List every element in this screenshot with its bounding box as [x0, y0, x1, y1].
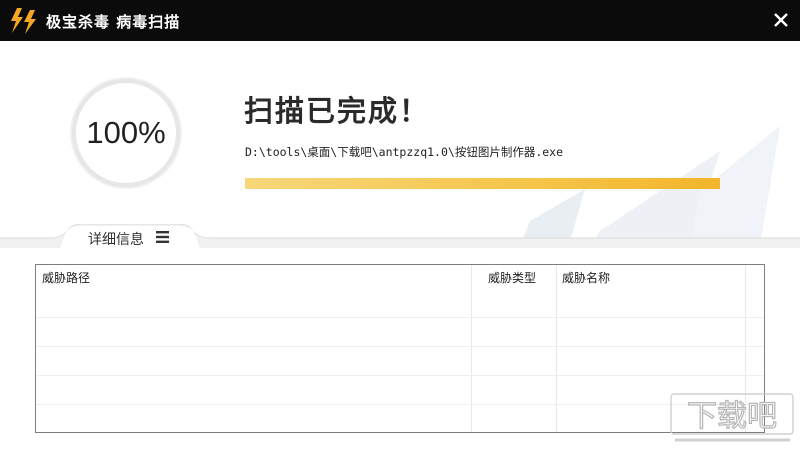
watermark-text: 下载吧 — [687, 399, 777, 434]
watermark-logo: 下载吧 — [670, 393, 794, 442]
table-header: 威胁路径 威胁类型 威胁名称 — [36, 265, 764, 291]
threat-table[interactable]: 威胁路径 威胁类型 威胁名称 — [35, 264, 765, 433]
scan-percent: 100% — [86, 115, 166, 150]
column-divider — [471, 265, 472, 432]
current-file-path: D:\tools\桌面\下载吧\antpzzq1.0\按钮图片制作器.exe — [245, 145, 564, 159]
column-threat-name[interactable]: 威胁名称 — [562, 269, 610, 286]
column-threat-path[interactable]: 威胁路径 — [42, 269, 90, 286]
window-title: 极宝杀毒 病毒扫描 — [46, 13, 181, 31]
column-threat-type[interactable]: 威胁类型 — [488, 269, 536, 286]
title-bar: 极宝杀毒 病毒扫描 — [0, 0, 800, 41]
row-divider — [36, 404, 764, 405]
close-icon[interactable] — [770, 9, 792, 31]
lightning-logo-icon — [11, 8, 36, 34]
scan-headline: 扫描已完成！ — [244, 94, 431, 128]
row-divider — [36, 375, 764, 376]
row-divider — [36, 346, 764, 347]
column-divider — [556, 265, 557, 432]
scan-progress-fill — [245, 178, 720, 189]
menu-icon[interactable] — [156, 231, 169, 243]
details-tab-label[interactable]: 详细信息 — [88, 229, 144, 249]
scan-progress-bar — [245, 178, 720, 189]
row-divider — [36, 317, 764, 318]
